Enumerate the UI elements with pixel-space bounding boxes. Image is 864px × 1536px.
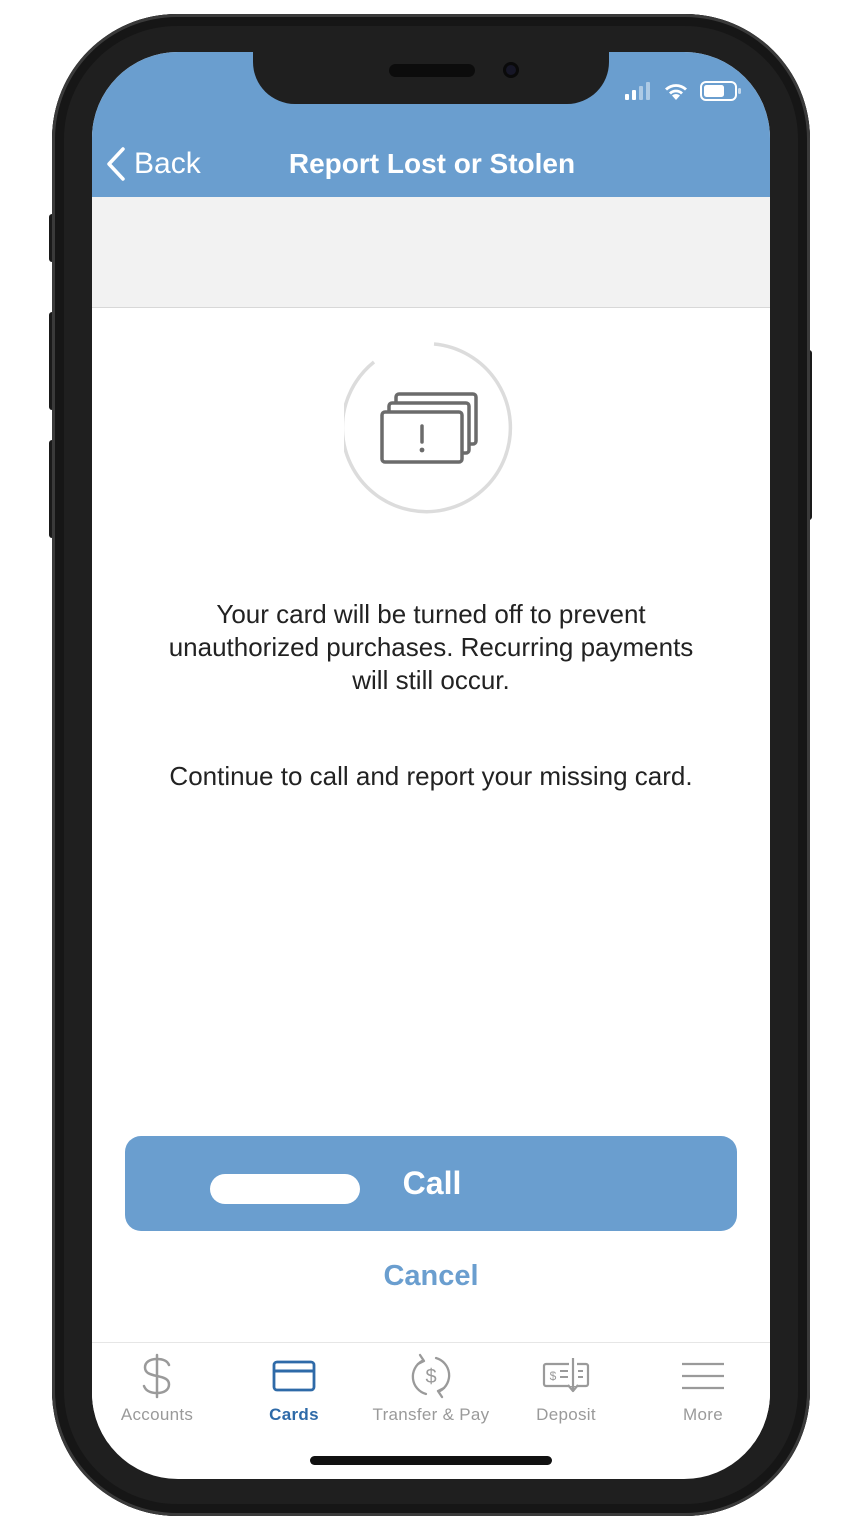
- tab-label: Transfer & Pay: [372, 1405, 490, 1424]
- tab-cards[interactable]: Cards: [226, 1343, 362, 1443]
- credit-card-icon: [272, 1360, 316, 1392]
- cards-alert-icon: [344, 342, 513, 514]
- info-banner-area: [92, 197, 770, 308]
- phone-screen: Back Report Lost or Stolen Your card wil…: [92, 52, 770, 1479]
- status-bar: [624, 78, 742, 104]
- hamburger-menu-icon: [682, 1362, 724, 1390]
- tab-label: Deposit: [536, 1405, 596, 1424]
- dollar-sign-icon: [142, 1353, 171, 1399]
- front-camera: [503, 62, 519, 78]
- svg-text:$: $: [550, 1369, 557, 1383]
- info-message: Your card will be turned off to prevent …: [168, 599, 694, 695]
- tab-label: Accounts: [120, 1405, 194, 1424]
- tab-accounts[interactable]: Accounts: [92, 1343, 225, 1443]
- page-title: Report Lost or Stolen: [288, 148, 576, 179]
- home-indicator[interactable]: [310, 1456, 552, 1465]
- tab-deposit[interactable]: $ Deposit: [498, 1343, 634, 1443]
- tab-transfer-pay[interactable]: $ Transfer & Pay: [363, 1343, 499, 1443]
- call-instruction: Continue to call and report your missing…: [169, 761, 693, 791]
- cancel-button[interactable]: Cancel: [331, 1254, 531, 1298]
- svg-text:$: $: [425, 1366, 436, 1388]
- device-notch: [253, 52, 609, 104]
- tab-label: Cards: [269, 1405, 319, 1424]
- battery-icon: [700, 81, 741, 101]
- tab-more[interactable]: More: [635, 1343, 770, 1443]
- call-button[interactable]: Call: [125, 1136, 737, 1231]
- tab-bar: Accounts Cards $ Transfer & Pay $ Deposi…: [92, 1342, 770, 1443]
- transfer-dollar-icon: $: [411, 1353, 451, 1399]
- tab-label: More: [683, 1405, 723, 1424]
- earpiece-speaker: [389, 64, 475, 77]
- call-label: Call: [402, 1165, 462, 1201]
- check-deposit-icon: $: [542, 1356, 590, 1393]
- wifi-icon: [665, 84, 687, 100]
- cellular-signal-icon: [625, 82, 650, 100]
